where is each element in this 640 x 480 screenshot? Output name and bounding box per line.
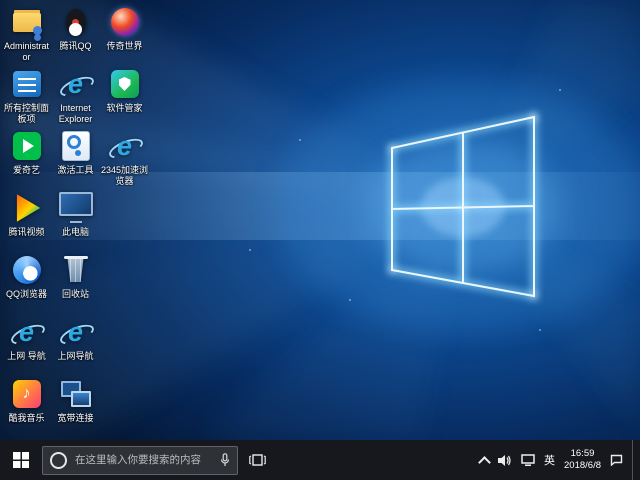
iqiyi-icon bbox=[9, 129, 45, 163]
windows-logo-icon bbox=[13, 452, 29, 468]
desktop-icon-web-nav-1[interactable]: e 上网 导航 bbox=[2, 312, 51, 374]
ie-letter: e bbox=[68, 319, 83, 346]
2345-browser-icon: e bbox=[107, 129, 143, 163]
desktop-icon-recycle-bin[interactable]: 回收站 bbox=[51, 250, 100, 312]
icon-label: 回收站 bbox=[62, 289, 89, 300]
action-center-button[interactable] bbox=[610, 454, 623, 466]
windows-desktop: { "desktop": { "icons": [ {"label": "Adm… bbox=[0, 0, 640, 480]
show-desktop-button[interactable] bbox=[632, 440, 637, 480]
start-button[interactable] bbox=[0, 440, 42, 480]
browser-e-icon: e bbox=[9, 315, 45, 349]
desktop-icon-kuwo-music[interactable]: ♪ 酷我音乐 bbox=[2, 374, 51, 436]
ie-letter: e bbox=[68, 71, 83, 98]
internet-explorer-icon: e bbox=[58, 67, 94, 101]
icon-label: Administrator bbox=[2, 41, 51, 62]
desktop-icon-legend-world[interactable]: 传奇世界 bbox=[100, 2, 149, 64]
ie-letter: e bbox=[117, 133, 132, 160]
ethernet-network-icon bbox=[521, 454, 535, 467]
kuwo-music-icon: ♪ bbox=[9, 377, 45, 411]
activation-tool-icon bbox=[58, 129, 94, 163]
icon-label: 爱奇艺 bbox=[13, 165, 40, 176]
icon-label: QQ浏览器 bbox=[6, 289, 47, 300]
desktop-icon-internet-explorer[interactable]: e Internet Explorer bbox=[51, 64, 100, 126]
icon-label: 传奇世界 bbox=[106, 41, 142, 52]
qq-penguin-icon bbox=[58, 5, 94, 39]
task-view-button[interactable] bbox=[238, 440, 276, 480]
desktop-icon-web-nav-2[interactable]: e 上网导航 bbox=[51, 312, 100, 374]
qq-browser-icon bbox=[9, 253, 45, 287]
volume-button[interactable] bbox=[498, 454, 512, 467]
desktop-icon-2345-browser[interactable]: e 2345加速浏览器 bbox=[100, 126, 149, 188]
icon-label: 此电脑 bbox=[62, 227, 89, 238]
icon-label: 宽带连接 bbox=[57, 413, 93, 424]
control-panel-icon bbox=[9, 67, 45, 101]
time-label: 16:59 bbox=[571, 448, 595, 460]
taskbar-search[interactable] bbox=[42, 446, 238, 475]
desktop-icon-activation-tool[interactable]: 激活工具 bbox=[51, 126, 100, 188]
microphone-icon[interactable] bbox=[220, 453, 230, 467]
desktop-icon-control-panel[interactable]: 所有控制面板项 bbox=[2, 64, 51, 126]
this-pc-icon bbox=[58, 191, 94, 225]
browser-e-icon: e bbox=[58, 315, 94, 349]
desktop-icon-administrator[interactable]: Administrator bbox=[2, 2, 51, 64]
user-folder-icon bbox=[9, 5, 45, 39]
icon-label: 2345加速浏览器 bbox=[100, 165, 149, 186]
desktop-icon-broadband[interactable]: 宽带连接 bbox=[51, 374, 100, 436]
hidden-icons-button[interactable] bbox=[480, 454, 489, 467]
network-button[interactable] bbox=[521, 454, 535, 467]
speaker-icon bbox=[498, 454, 512, 467]
desktop-icon-qq-browser[interactable]: QQ浏览器 bbox=[2, 250, 51, 312]
system-tray: 英 16:59 2018/6/8 bbox=[480, 440, 640, 480]
desktop-icon-tencent-qq[interactable]: 腾讯QQ bbox=[51, 2, 100, 64]
tencent-video-icon bbox=[9, 191, 45, 225]
icon-label: 腾讯视频 bbox=[8, 227, 44, 238]
task-view-icon bbox=[249, 453, 266, 467]
clock[interactable]: 16:59 2018/6/8 bbox=[564, 448, 601, 473]
icon-label: 激活工具 bbox=[57, 165, 93, 176]
search-circle-icon bbox=[50, 452, 67, 469]
icon-label: 上网导航 bbox=[57, 351, 93, 362]
icon-label: Internet Explorer bbox=[51, 103, 100, 124]
legend-world-game-icon bbox=[107, 5, 143, 39]
broadband-connection-icon bbox=[58, 377, 94, 411]
chevron-up-icon bbox=[478, 456, 491, 469]
software-manager-icon bbox=[107, 67, 143, 101]
desktop-area[interactable]: Administrator 所有控制面板项 爱奇艺 腾讯视频 QQ浏览器 e 上… bbox=[0, 0, 640, 440]
icon-label: 上网 导航 bbox=[7, 351, 46, 362]
desktop-icon-this-pc[interactable]: 此电脑 bbox=[51, 188, 100, 250]
icon-label: 软件管家 bbox=[106, 103, 142, 114]
icon-label: 酷我音乐 bbox=[8, 413, 44, 424]
desktop-icon-iqiyi[interactable]: 爱奇艺 bbox=[2, 126, 51, 188]
recycle-bin-icon bbox=[58, 253, 94, 287]
desktop-icon-tencent-video[interactable]: 腾讯视频 bbox=[2, 188, 51, 250]
icon-label: 腾讯QQ bbox=[59, 41, 91, 52]
icon-label: 所有控制面板项 bbox=[2, 103, 51, 124]
taskbar: 英 16:59 2018/6/8 bbox=[0, 440, 640, 480]
music-note-glyph: ♪ bbox=[23, 385, 31, 403]
desktop-icon-software-manager[interactable]: 软件管家 bbox=[100, 64, 149, 126]
date-label: 2018/6/8 bbox=[564, 460, 601, 472]
desktop-icon-grid: Administrator 所有控制面板项 爱奇艺 腾讯视频 QQ浏览器 e 上… bbox=[2, 2, 149, 438]
ie-letter: e bbox=[19, 319, 34, 346]
search-input[interactable] bbox=[73, 453, 214, 467]
ime-indicator[interactable]: 英 bbox=[544, 452, 555, 468]
action-center-icon bbox=[610, 454, 623, 466]
